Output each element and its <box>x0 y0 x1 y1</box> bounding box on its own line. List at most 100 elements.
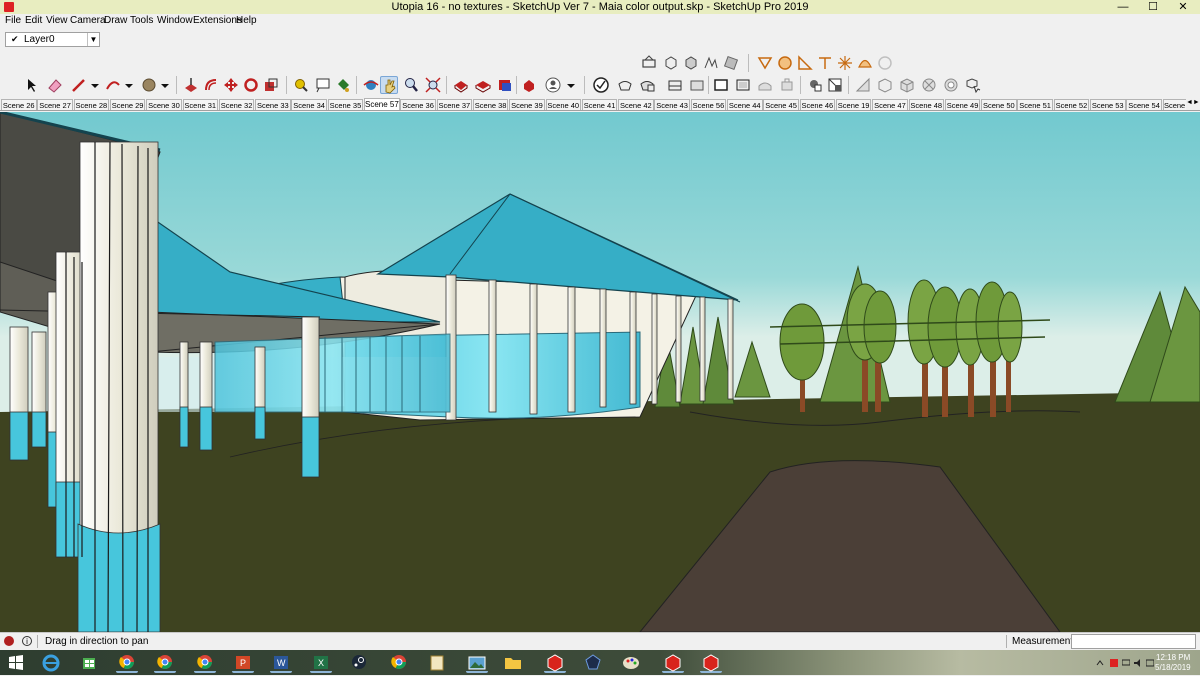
chrome-profile-icon[interactable] <box>116 652 138 673</box>
arc-dropdown-icon[interactable] <box>120 76 138 94</box>
solid-trim-icon[interactable] <box>836 54 854 72</box>
minimize-button[interactable]: — <box>1108 0 1138 14</box>
scene-tab[interactable]: Scene 44 <box>727 99 763 110</box>
extension-warehouse-icon[interactable] <box>474 76 492 94</box>
xray-icon[interactable] <box>592 76 610 94</box>
select-icon[interactable] <box>22 76 40 94</box>
info-icon[interactable]: i <box>22 636 32 646</box>
account-icon[interactable] <box>544 76 562 94</box>
sketchup-3-icon[interactable] <box>700 652 722 673</box>
file-explorer-icon[interactable] <box>502 652 524 673</box>
styles-icon[interactable] <box>942 76 960 94</box>
bottom-view-icon[interactable] <box>898 76 916 94</box>
monochrome-icon[interactable] <box>734 76 752 94</box>
file-explorer-doc-icon[interactable] <box>426 652 448 673</box>
pan-icon[interactable] <box>380 76 398 94</box>
windows-store-icon[interactable] <box>78 652 100 673</box>
solid-subtract-icon[interactable] <box>816 54 834 72</box>
rotate-icon[interactable] <box>242 76 260 94</box>
move-icon[interactable] <box>222 76 240 94</box>
excel-icon[interactable]: X <box>310 652 332 673</box>
scene-tab[interactable]: Scene 19 <box>835 99 872 110</box>
scene-tab[interactable]: Scene 47 <box>872 99 908 110</box>
account-dropdown-icon[interactable] <box>562 76 580 94</box>
scene-tab[interactable]: Scene 37 <box>436 99 473 110</box>
text-icon[interactable] <box>314 76 332 94</box>
powerpoint-icon[interactable]: P <box>232 652 254 673</box>
lightroom-icon[interactable] <box>582 652 604 673</box>
menu-edit[interactable]: Edit <box>25 15 42 27</box>
back-edges-icon[interactable] <box>616 76 634 94</box>
display-icon[interactable] <box>1121 658 1131 666</box>
scene-tab[interactable]: Scene 53 <box>1090 99 1126 110</box>
model-render[interactable] <box>0 112 1200 632</box>
close-button[interactable]: ✕ <box>1168 0 1198 14</box>
iso-view-icon[interactable] <box>756 76 774 94</box>
windows-start-icon[interactable] <box>5 652 27 673</box>
steam-icon[interactable] <box>348 652 370 673</box>
menu-tools[interactable]: Tools <box>130 15 153 27</box>
paint-icon[interactable] <box>620 652 642 673</box>
chevron-down-icon[interactable]: ▼ <box>87 33 99 46</box>
extension-manager-icon[interactable] <box>520 76 538 94</box>
layout-icon[interactable] <box>496 76 514 94</box>
scene-tab[interactable]: Scene 50 <box>981 99 1017 110</box>
paint-bucket-icon[interactable] <box>334 76 352 94</box>
shaded-textures-icon[interactable] <box>712 76 730 94</box>
menu-draw[interactable]: Draw <box>104 15 127 27</box>
solid-split-icon[interactable] <box>856 54 874 72</box>
internet-explorer-icon[interactable] <box>40 652 62 673</box>
display-section-planes-icon[interactable] <box>662 54 680 72</box>
scene-tab[interactable]: Scene 38 <box>472 99 509 110</box>
scene-tab[interactable]: Scene 48 <box>908 99 944 110</box>
3d-warehouse-icon[interactable] <box>452 76 470 94</box>
menu-extensions[interactable]: Extensions <box>193 15 242 27</box>
scene-tab[interactable]: Scene 49 <box>944 99 981 110</box>
scene-tab[interactable]: Scene 33 <box>255 99 291 110</box>
back-view-icon[interactable] <box>854 76 872 94</box>
zoom-extents-icon[interactable] <box>424 76 442 94</box>
scene-tab[interactable]: Scene 57 <box>364 98 400 110</box>
scene-tab[interactable]: Scene 46 <box>799 99 836 110</box>
shaded-icon[interactable] <box>688 76 706 94</box>
chrome-3-icon[interactable] <box>388 652 410 673</box>
scene-tab[interactable]: Scene 30 <box>146 99 182 110</box>
scene-tab[interactable]: Scene 41 <box>581 99 618 110</box>
scene-tab[interactable]: Scene 40 <box>545 99 581 110</box>
scene-tab[interactable]: Scene 43 <box>654 99 690 110</box>
solid-intersect-icon[interactable] <box>776 54 794 72</box>
top-view-icon[interactable] <box>778 76 796 94</box>
scene-tab[interactable]: Scene 31 <box>182 99 218 110</box>
left-view-icon[interactable] <box>876 76 894 94</box>
photos-icon[interactable] <box>466 652 488 673</box>
scene-tab[interactable]: Scene 54 <box>1126 99 1162 110</box>
line-dropdown-icon[interactable] <box>86 76 104 94</box>
scene-tab[interactable]: Scene 42 <box>618 99 654 110</box>
scene-tab[interactable]: Scene 28 <box>73 99 110 110</box>
scene-tab[interactable]: Scene 39 <box>509 99 545 110</box>
show-hidden-icons-icon[interactable] <box>1096 658 1104 666</box>
scene-tab[interactable]: Scene 56 <box>690 99 727 110</box>
3d-viewport[interactable] <box>0 112 1200 632</box>
orbit-icon[interactable] <box>362 76 380 94</box>
component-icon[interactable] <box>920 76 938 94</box>
sketchup-2-icon[interactable] <box>662 652 684 673</box>
section-plane-icon[interactable] <box>640 54 658 72</box>
display-section-cuts-icon[interactable] <box>682 54 700 72</box>
volume-icon[interactable] <box>1134 658 1142 667</box>
front-view-icon[interactable] <box>806 76 824 94</box>
zoom-icon[interactable] <box>402 76 420 94</box>
word-icon[interactable]: W <box>270 652 292 673</box>
clock-date[interactable]: 5/18/2019 <box>1155 663 1191 672</box>
clock-time[interactable]: 12:18 PM <box>1156 653 1190 662</box>
display-section-fill-icon[interactable] <box>702 54 720 72</box>
solid-outer-shell-icon[interactable] <box>756 54 774 72</box>
menu-view[interactable]: View <box>46 15 68 27</box>
scene-tab[interactable]: Scene 27 <box>37 99 73 110</box>
solid-union-icon[interactable] <box>796 54 814 72</box>
offset-icon[interactable] <box>202 76 220 94</box>
network-warning-icon[interactable] <box>1110 658 1118 667</box>
scene-tab[interactable]: Scene 45 <box>763 99 799 110</box>
scale-icon[interactable] <box>262 76 280 94</box>
solid-tools-icon[interactable] <box>876 54 894 72</box>
